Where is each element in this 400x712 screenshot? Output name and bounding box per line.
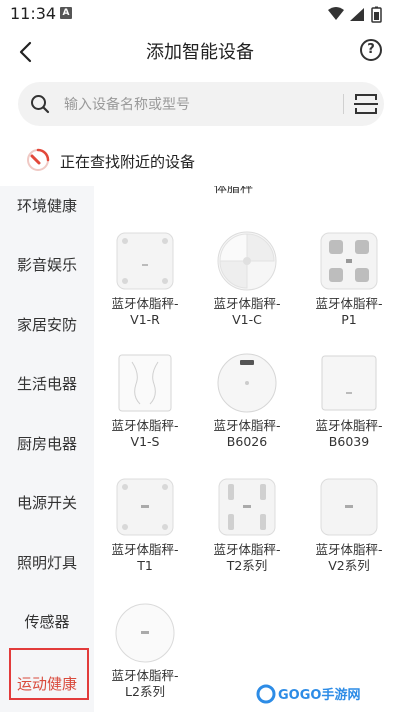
sidebar-item-home-security[interactable]: 家居安防: [0, 305, 94, 345]
device-name: 蓝牙体脂秤- B6039: [315, 418, 383, 449]
square-scale-icon: [116, 478, 174, 536]
device-name: 蓝牙体脂秤- V1-S: [111, 418, 179, 449]
device-item[interactable]: 蓝牙体脂秤- B6026: [196, 352, 298, 472]
slim-scale-icon: [118, 354, 172, 412]
sidebar-item-appliances[interactable]: 生活电器: [0, 364, 94, 404]
sidebar-item-audio-video[interactable]: 影音娱乐: [0, 245, 94, 285]
notification-badge: A: [60, 7, 72, 19]
device-item[interactable]: 蓝牙体脂秤- V1-R: [94, 230, 196, 350]
category-sidebar: 环境健康 影音娱乐 家居安防 生活电器 厨房电器 电源开关 照明灯具 传感器 运…: [0, 186, 94, 712]
device-item[interactable]: 蓝牙体脂秤- V1-S: [94, 352, 196, 472]
watermark: GOGO手游网: [256, 682, 386, 706]
status-bar: 11:34 A: [0, 0, 400, 30]
header: 添加智能设备 ?: [0, 30, 400, 74]
device-item[interactable]: 蓝牙体脂秤- B6039: [298, 352, 400, 472]
device-item[interactable]: 蓝牙体脂秤- T1: [94, 476, 196, 596]
sidebar-item-environment-health[interactable]: 环境健康: [0, 186, 94, 226]
device-item[interactable]: 蓝牙体脂秤- L2系列: [94, 602, 196, 712]
sidebar-item-power-switch[interactable]: 电源开关: [0, 483, 94, 523]
device-name: 蓝牙体脂秤- T1: [111, 542, 179, 573]
square-scale-icon: [116, 232, 174, 290]
device-item[interactable]: 蓝牙体脂秤- V2系列: [298, 476, 400, 596]
round-scale-icon: [217, 353, 277, 413]
device-item[interactable]: 蓝牙体脂秤- V1-C: [196, 230, 298, 350]
watermark-text: GOGO手游网: [278, 688, 361, 703]
device-name: 蓝牙体脂秤- V1-C: [213, 296, 281, 327]
square-scale-icon: [320, 478, 378, 536]
square-scale-icon: [321, 355, 377, 411]
sidebar-item-kitchen[interactable]: 厨房电器: [0, 424, 94, 464]
device-name: 蓝牙体脂秤- V2系列: [315, 542, 383, 573]
round-petal-scale-icon: [217, 231, 277, 291]
scan-icon[interactable]: [353, 92, 379, 116]
device-list: 体脂秤 蓝牙体脂秤- V1-R 蓝牙体脂秤- V1-C 蓝牙体脂秤- P1 蓝牙…: [94, 186, 400, 712]
finding-text: 正在查找附近的设备: [60, 153, 196, 171]
page-title: 添加智能设备: [146, 42, 254, 63]
help-icon[interactable]: ?: [360, 39, 382, 61]
watermark-logo-icon: [256, 684, 276, 704]
device-name: 蓝牙体脂秤- P1: [315, 296, 383, 327]
search-input[interactable]: [62, 88, 326, 122]
device-item[interactable]: 蓝牙体脂秤- T2系列: [196, 476, 298, 596]
sidebar-item-lighting[interactable]: 照明灯具: [0, 543, 94, 583]
status-time: 11:34: [10, 4, 57, 23]
search-divider: [343, 94, 344, 114]
round-scale-icon: [115, 603, 175, 663]
device-name: 蓝牙体脂秤- T2系列: [213, 542, 281, 573]
electrode-scale-icon: [218, 478, 276, 536]
status-icons: [328, 6, 382, 23]
active-category-highlight: [9, 648, 89, 700]
radar-scan-icon: [27, 148, 50, 171]
sidebar-item-sensor[interactable]: 传感器: [0, 602, 94, 642]
device-name: 蓝牙体脂秤- V1-R: [111, 296, 179, 327]
wifi-icon: [328, 7, 344, 20]
device-name: 蓝牙体脂秤- B6026: [213, 418, 281, 449]
section-heading: 体脂秤: [214, 186, 254, 196]
device-item[interactable]: 蓝牙体脂秤- P1: [298, 230, 400, 350]
search-icon: [31, 95, 50, 114]
device-name: 蓝牙体脂秤- L2系列: [111, 668, 179, 699]
electrode-scale-icon: [320, 232, 378, 290]
finding-nearby-row: 正在查找附近的设备: [18, 142, 384, 178]
search-bar: [18, 82, 384, 126]
signal-icon: [350, 8, 364, 21]
